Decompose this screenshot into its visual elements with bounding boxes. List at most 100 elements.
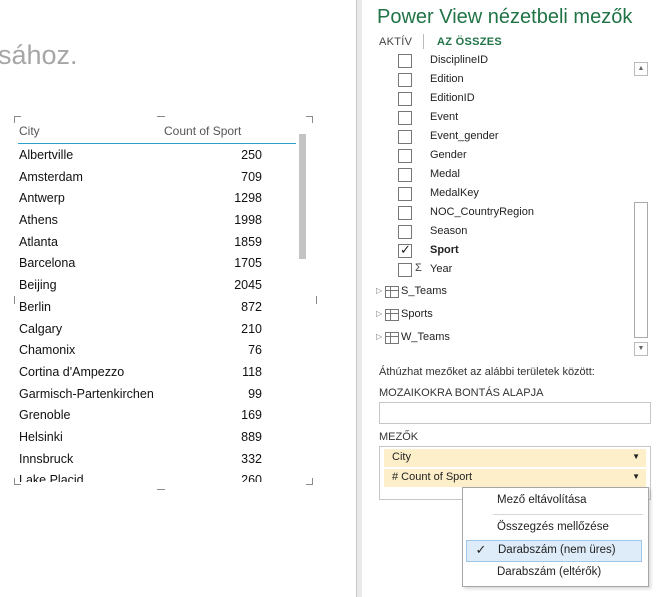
scroll-thumb[interactable] — [634, 202, 648, 338]
field-label: Season — [430, 225, 468, 237]
cell-city: Atlanta — [19, 234, 58, 249]
field-well-label: City — [392, 451, 411, 463]
table-row[interactable]: Athens 1998 — [18, 210, 288, 232]
table-row[interactable]: Chamonix 76 — [18, 340, 288, 362]
field-well-count-of-sport[interactable]: # Count of Sport ▼ — [384, 469, 646, 487]
cell-city: Chamonix — [19, 343, 76, 358]
field-item[interactable]: DisciplineID — [398, 54, 628, 71]
cell-city: Albertville — [19, 148, 74, 162]
cell-count-of-sport: 1298 — [234, 191, 262, 206]
table-node[interactable]: ▷ S_Teams — [376, 283, 616, 302]
sigma-icon: Σ — [415, 262, 422, 274]
field-label: Edition — [430, 73, 464, 85]
table-row[interactable]: Grenoble 169 — [18, 405, 288, 427]
table-row[interactable]: Berlin 872 — [18, 297, 288, 319]
table-row[interactable]: Cortina d'Ampezzo 118 — [18, 362, 288, 384]
expand-arrow-icon[interactable]: ▷ — [376, 332, 382, 341]
table-row[interactable]: Lake Placid 260 — [18, 470, 288, 482]
expand-arrow-icon[interactable]: ▷ — [376, 309, 382, 318]
menu-item-count-distinct[interactable]: Darabszám (eltérők) — [463, 563, 648, 583]
field-item[interactable]: NOC_CountryRegion — [398, 204, 628, 223]
cell-city: Barcelona — [19, 256, 76, 271]
scroll-up-arrow-icon[interactable]: ▲ — [634, 62, 648, 76]
table-row[interactable]: Garmisch-Partenkirchen 99 — [18, 384, 288, 406]
cell-city: Innsbruck — [19, 451, 74, 466]
table-row[interactable]: Amsterdam 709 — [18, 167, 288, 189]
checkbox-checked[interactable] — [398, 242, 412, 258]
checkbox[interactable] — [398, 263, 412, 277]
field-item[interactable]: Σ Year — [398, 261, 628, 280]
table-scrollbar-thumb[interactable] — [299, 134, 306, 259]
field-well-city[interactable]: City ▼ — [384, 449, 646, 467]
table-row[interactable]: Albertville 250 — [18, 145, 288, 167]
table-row[interactable]: Antwerp 1298 — [18, 188, 288, 210]
checkbox[interactable] — [398, 149, 412, 163]
checkbox[interactable] — [398, 130, 412, 144]
column-header-count-of-sport[interactable]: Count of Sport — [164, 124, 241, 138]
field-well-label: # Count of Sport — [392, 471, 473, 483]
checkbox[interactable] — [398, 168, 412, 182]
menu-item-label: Darabszám (eltérők) — [497, 566, 602, 578]
dropdown-arrow-icon[interactable]: ▼ — [632, 452, 640, 461]
menu-item-count-not-blank[interactable]: ✓ Darabszám (nem üres) — [466, 540, 642, 562]
table-node[interactable]: ▷ W_Teams — [376, 329, 616, 348]
field-label: Event — [430, 111, 459, 123]
city-table-visual[interactable]: City Count of Sport Albertville 250 Amster… — [14, 118, 312, 482]
field-label: NOC_CountryRegion — [430, 206, 534, 218]
field-item[interactable]: Event — [398, 109, 628, 128]
cell-count-of-sport: 99 — [248, 386, 262, 401]
resize-handle-bottom-mid[interactable] — [157, 483, 165, 490]
tab-active[interactable]: AKTÍV — [379, 36, 412, 48]
menu-item-remove-field[interactable]: Mező eltávolítása — [463, 491, 648, 511]
column-header-city[interactable]: City — [19, 124, 40, 138]
cell-city: Antwerp — [19, 191, 65, 206]
checkbox[interactable] — [398, 73, 412, 87]
field-item[interactable]: Sport — [398, 242, 628, 261]
checkbox[interactable] — [398, 187, 412, 201]
table-node[interactable]: ▷ Sports — [376, 306, 616, 325]
table-row[interactable]: Innsbruck 332 — [18, 449, 288, 471]
field-label: Event_gender — [430, 130, 499, 142]
checkbox[interactable] — [398, 225, 412, 239]
cell-city: Garmisch-Partenkirchen — [19, 386, 154, 401]
checkbox[interactable] — [398, 92, 412, 106]
cell-count-of-sport: 169 — [241, 408, 262, 423]
field-label: EditionID — [430, 92, 475, 104]
tile-by-drop-zone[interactable] — [379, 402, 651, 424]
dropdown-arrow-icon[interactable]: ▼ — [632, 472, 640, 481]
cell-city: Amsterdam — [19, 169, 83, 184]
cell-count-of-sport: 889 — [241, 429, 262, 444]
field-item[interactable]: EditionID — [398, 90, 628, 109]
table-row[interactable]: Barcelona 1705 — [18, 253, 288, 275]
field-item[interactable]: Edition — [398, 71, 628, 90]
canvas-title: sához. — [0, 40, 78, 70]
cell-city: Lake Placid — [19, 473, 84, 482]
field-item[interactable]: Medal — [398, 166, 628, 185]
field-item[interactable]: Season — [398, 223, 628, 242]
menu-item-do-not-summarize[interactable]: Összegzés mellőzése — [463, 518, 648, 538]
checkbox[interactable] — [398, 206, 412, 220]
table-header: City Count of Sport — [18, 123, 296, 144]
table-row[interactable]: Helsinki 889 — [18, 427, 288, 449]
table-label: W_Teams — [401, 331, 450, 343]
cell-count-of-sport: 2045 — [234, 278, 262, 293]
checkbox[interactable] — [398, 54, 412, 68]
cell-count-of-sport: 250 — [241, 148, 262, 162]
field-item[interactable]: Gender — [398, 147, 628, 166]
expand-arrow-icon[interactable]: ▷ — [376, 286, 382, 295]
table-row[interactable]: Beijing 2045 — [18, 275, 288, 297]
table-row[interactable]: Calgary 210 — [18, 319, 288, 341]
scroll-down-arrow-icon[interactable]: ▼ — [634, 342, 648, 356]
tab-all[interactable]: AZ ÖSSZES — [437, 36, 502, 48]
table-icon — [385, 332, 399, 344]
field-list-scrollbar[interactable]: ▲ ▼ — [634, 62, 648, 356]
cell-city: Helsinki — [19, 429, 63, 444]
field-label: Year — [430, 263, 453, 275]
field-item[interactable]: Event_gender — [398, 128, 628, 147]
field-item[interactable]: MedalKey — [398, 185, 628, 204]
field-label: DisciplineID — [430, 54, 489, 66]
checkbox[interactable] — [398, 111, 412, 125]
field-list: DisciplineID Edition EditionID Event Event_g… — [372, 54, 654, 358]
table-row[interactable]: Atlanta 1859 — [18, 232, 288, 254]
cell-city: Calgary — [19, 321, 63, 336]
